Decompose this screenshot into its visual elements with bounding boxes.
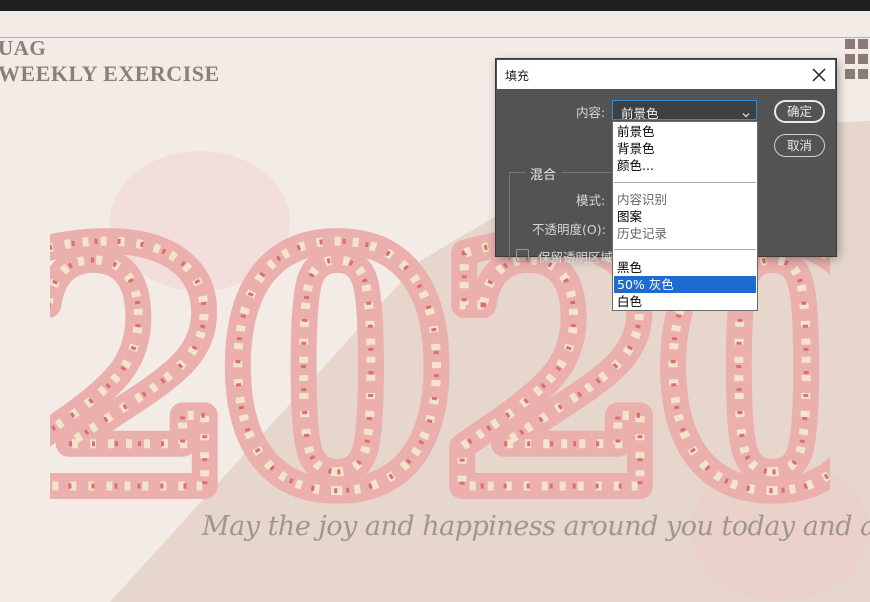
guide-line bbox=[0, 37, 870, 38]
dropdown-separator bbox=[614, 249, 756, 250]
dropdown-separator bbox=[614, 182, 756, 183]
dropdown-item-history[interactable]: 历史记录 bbox=[614, 225, 756, 242]
dropdown-item-color[interactable]: 颜色... bbox=[614, 157, 756, 174]
dropdown-item-background[interactable]: 背景色 bbox=[614, 140, 756, 157]
close-icon[interactable] bbox=[809, 65, 829, 85]
dropdown-item-50-gray[interactable]: 50% 灰色 bbox=[614, 276, 756, 293]
opacity-label: 不透明度(O): bbox=[532, 222, 606, 237]
content-label: 内容: bbox=[576, 105, 606, 120]
top-bar bbox=[0, 0, 870, 11]
grid-logo-icon bbox=[845, 39, 870, 81]
tagline-text: May the joy and happiness around you tod… bbox=[202, 511, 870, 542]
cancel-button[interactable]: 取消 bbox=[774, 134, 825, 157]
content-select[interactable]: 前景色 bbox=[612, 100, 757, 121]
content-dropdown-list: 前景色 背景色 颜色... 内容识别 图案 历史记录 黑色 50% 灰色 白色 bbox=[612, 121, 758, 311]
dialog-title: 填充 bbox=[505, 69, 530, 83]
preserve-transparency-label: 保留透明区域 bbox=[538, 250, 614, 265]
dropdown-item-black[interactable]: 黑色 bbox=[614, 259, 756, 276]
preserve-transparency-checkbox[interactable] bbox=[516, 249, 529, 262]
chevron-down-icon bbox=[741, 105, 751, 118]
brand-subtitle: WEEKLY EXERCISE bbox=[0, 61, 220, 86]
dropdown-item-pattern[interactable]: 图案 bbox=[614, 208, 756, 225]
mode-label: 模式: bbox=[576, 193, 606, 208]
content-select-value: 前景色 bbox=[621, 106, 659, 121]
brand-title: UAG bbox=[0, 36, 47, 60]
dialog-title-bar[interactable]: 填充 bbox=[497, 60, 835, 89]
dropdown-item-foreground[interactable]: 前景色 bbox=[614, 123, 756, 140]
ok-button[interactable]: 确定 bbox=[774, 100, 825, 123]
dropdown-item-content-aware[interactable]: 内容识别 bbox=[614, 191, 756, 208]
dropdown-item-white[interactable]: 白色 bbox=[614, 293, 756, 310]
blend-legend: 混合 bbox=[525, 164, 562, 183]
